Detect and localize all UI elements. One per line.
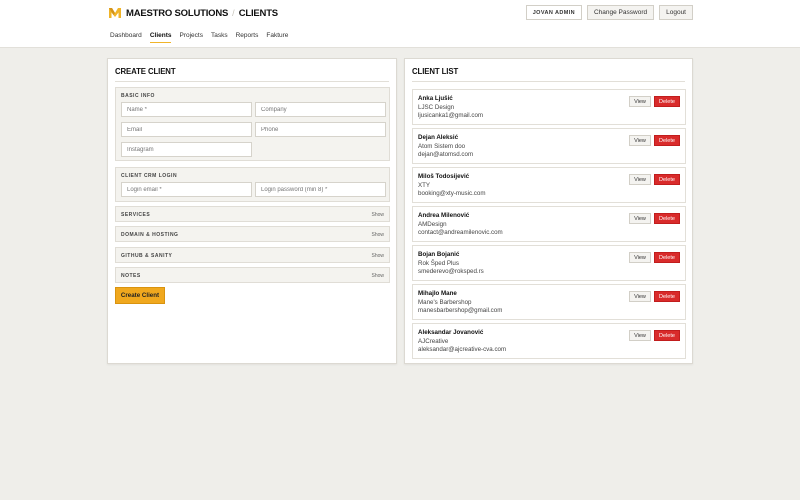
client-card: Aleksandar Jovanović AJCreative aleksand… xyxy=(412,323,686,359)
nav-item-dashboard[interactable]: Dashboard xyxy=(110,32,142,43)
services-label: SERVICES xyxy=(121,212,151,218)
phone-input[interactable] xyxy=(255,122,386,137)
delete-button[interactable]: Delete xyxy=(654,252,680,263)
nav-item-clients[interactable]: Clients xyxy=(149,32,172,43)
client-card: Mihajlo Mane Mane's Barbershop manesbarb… xyxy=(412,284,686,320)
basic-info-label: BASIC INFO xyxy=(121,93,155,99)
client-company: AMDesign xyxy=(418,221,447,228)
github-sanity-show-toggle[interactable]: Show xyxy=(371,253,384,259)
github-sanity-section[interactable]: GITHUB & SANITY Show xyxy=(115,247,390,263)
main-nav: Dashboard Clients Projects Tasks Reports… xyxy=(110,32,288,43)
view-button[interactable]: View xyxy=(629,330,651,341)
logout-button[interactable]: Logout xyxy=(659,5,693,20)
domain-hosting-label: DOMAIN & HOSTING xyxy=(121,232,179,238)
client-email: dejan@atomsd.com xyxy=(418,151,474,158)
client-card: Andrea Milenović AMDesign contact@andrea… xyxy=(412,206,686,242)
client-email: smederevo@roksped.rs xyxy=(418,268,484,275)
client-company: LJSC Design xyxy=(418,104,455,111)
divider xyxy=(412,81,685,82)
view-button[interactable]: View xyxy=(629,96,651,107)
view-button[interactable]: View xyxy=(629,291,651,302)
client-company: Atom Sistem doo xyxy=(418,143,466,150)
delete-button[interactable]: Delete xyxy=(654,135,680,146)
client-card: Bojan Bojanić Rok Šped Plus smederevo@ro… xyxy=(412,245,686,281)
client-email: manesbarbershop@gmail.com xyxy=(418,307,503,314)
client-name: Mihajlo Mane xyxy=(418,290,457,297)
brand[interactable]: MAESTRO SOLUTIONS / CLIENTS xyxy=(108,5,278,21)
client-name: Bojan Bojanić xyxy=(418,251,460,258)
client-name: Anka Ljušić xyxy=(418,95,453,102)
client-company: Mane's Barbershop xyxy=(418,299,472,306)
delete-button[interactable]: Delete xyxy=(654,174,680,185)
client-company: Rok Šped Plus xyxy=(418,260,459,267)
client-email: aleksandar@ajcreative-cva.com xyxy=(418,346,507,353)
top-actions: JOVAN ADMIN Change Password Logout xyxy=(525,5,693,20)
view-button[interactable]: View xyxy=(629,174,651,185)
crm-login-label: CLIENT CRM LOGIN xyxy=(121,173,178,179)
client-name: Dejan Aleksić xyxy=(418,134,459,141)
client-name: Aleksandar Jovanović xyxy=(418,329,484,336)
client-name: Andrea Milenović xyxy=(418,212,470,219)
delete-button[interactable]: Delete xyxy=(654,213,680,224)
delete-button[interactable]: Delete xyxy=(654,96,680,107)
user-badge[interactable]: JOVAN ADMIN xyxy=(525,5,582,20)
client-list-panel: CLIENT LIST Anka Ljušić LJSC Design ljus… xyxy=(404,58,693,364)
client-card: Dejan Aleksić Atom Sistem doo dejan@atom… xyxy=(412,128,686,164)
view-button[interactable]: View xyxy=(629,252,651,263)
change-password-button[interactable]: Change Password xyxy=(586,5,655,20)
client-company: AJCreative xyxy=(418,338,449,345)
divider xyxy=(115,81,389,82)
nav-item-fakture[interactable]: Fakture xyxy=(266,32,288,43)
company-input[interactable] xyxy=(255,102,386,117)
services-section[interactable]: SERVICES Show xyxy=(115,206,390,222)
client-email: ljusicanka1@gmail.com xyxy=(418,112,484,119)
github-sanity-label: GITHUB & SANITY xyxy=(121,253,173,259)
delete-button[interactable]: Delete xyxy=(654,291,680,302)
view-button[interactable]: View xyxy=(629,135,651,146)
brand-separator: / xyxy=(232,8,235,18)
m-logo-icon xyxy=(109,8,121,18)
create-client-button[interactable]: Create Client xyxy=(115,287,165,304)
create-client-title: CREATE CLIENT xyxy=(115,67,176,76)
login-email-input[interactable] xyxy=(121,182,252,197)
nav-item-tasks[interactable]: Tasks xyxy=(211,32,228,43)
brand-name: MAESTRO SOLUTIONS xyxy=(126,7,229,19)
email-input[interactable] xyxy=(121,122,252,137)
client-name: Miloš Todosijević xyxy=(418,173,470,180)
instagram-input[interactable] xyxy=(121,142,252,157)
top-bar: MAESTRO SOLUTIONS / CLIENTS JOVAN ADMIN … xyxy=(0,0,800,48)
nav-item-projects[interactable]: Projects xyxy=(179,32,202,43)
create-client-panel: CREATE CLIENT BASIC INFO CLIENT CRM LOGI… xyxy=(107,58,397,364)
view-button[interactable]: View xyxy=(629,213,651,224)
page-title: CLIENTS xyxy=(238,7,278,19)
services-show-toggle[interactable]: Show xyxy=(371,212,384,218)
delete-button[interactable]: Delete xyxy=(654,330,680,341)
client-card: Anka Ljušić LJSC Design ljusicanka1@gmai… xyxy=(412,89,686,125)
login-password-input[interactable] xyxy=(255,182,386,197)
name-input[interactable] xyxy=(121,102,252,117)
nav-item-reports[interactable]: Reports xyxy=(236,32,259,43)
notes-show-toggle[interactable]: Show xyxy=(371,273,384,279)
client-list-title: CLIENT LIST xyxy=(412,67,459,76)
domain-hosting-section[interactable]: DOMAIN & HOSTING Show xyxy=(115,226,390,242)
notes-section[interactable]: NOTES Show xyxy=(115,267,390,283)
client-email: booking@xty-music.com xyxy=(418,190,486,197)
crm-login-section: CLIENT CRM LOGIN xyxy=(115,167,390,202)
client-company: XTY xyxy=(418,182,431,189)
notes-label: NOTES xyxy=(121,273,141,279)
client-card: Miloš Todosijević XTY booking@xty-music.… xyxy=(412,167,686,203)
domain-hosting-show-toggle[interactable]: Show xyxy=(371,232,384,238)
client-email: contact@andreamilenovic.com xyxy=(418,229,503,236)
basic-info-section: BASIC INFO xyxy=(115,87,390,161)
